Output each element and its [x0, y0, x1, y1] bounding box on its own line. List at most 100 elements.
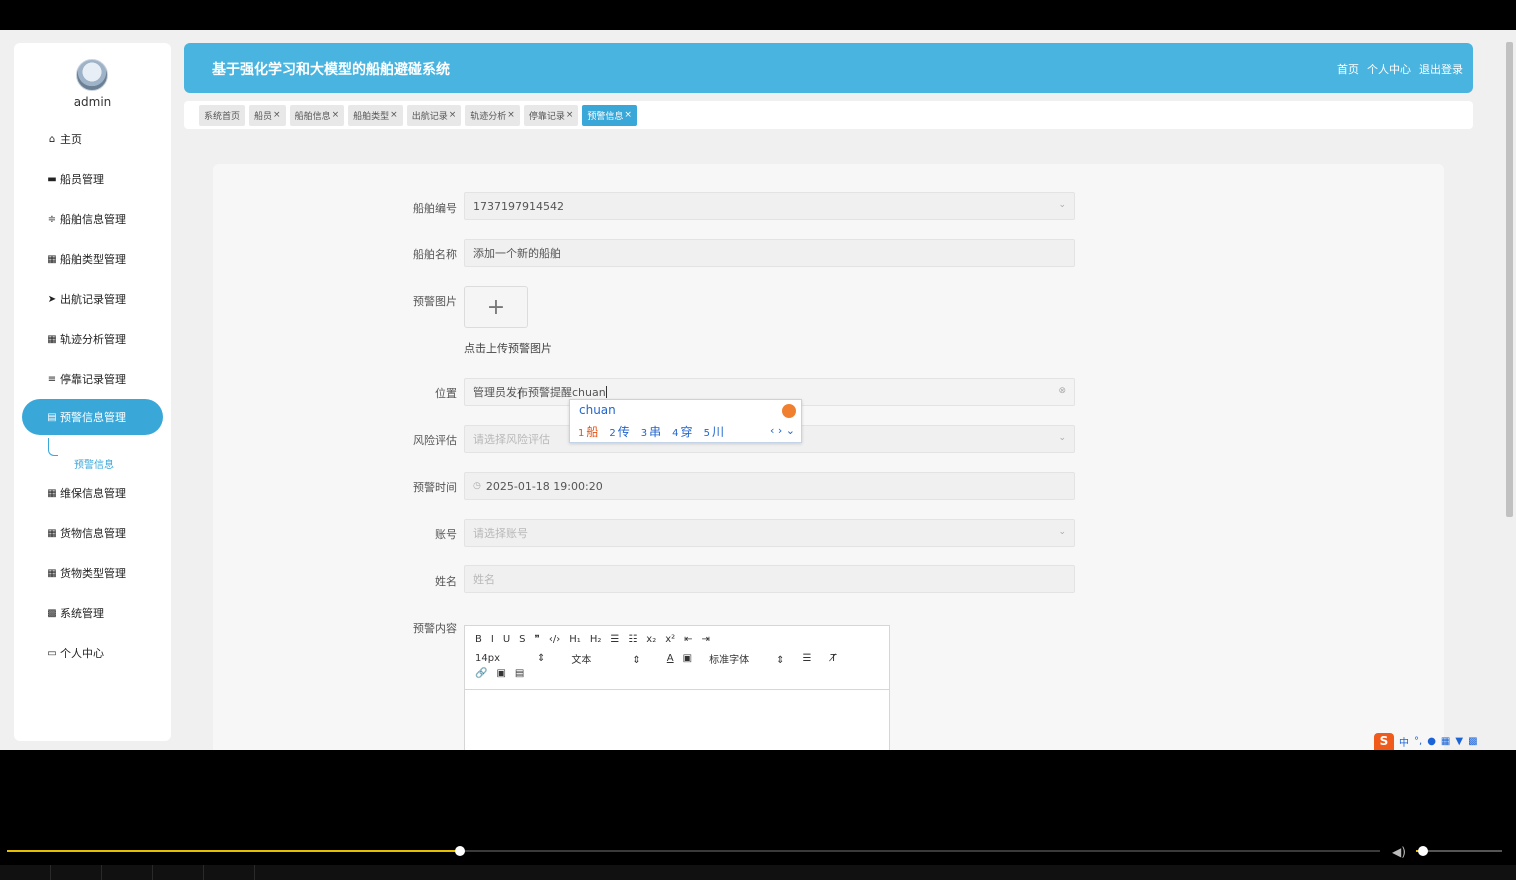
name-field[interactable]: 姓名 [464, 565, 1075, 593]
account-select[interactable]: 请选择账号 ⌄ [464, 519, 1075, 547]
image-icon[interactable]: ▣ [496, 668, 505, 679]
tab-bar: 系统首页 船员 × 船舶信息 × 船舶类型 × 出航记录 × 轨迹分析 × 停靠记录 × 预警信息 × [184, 101, 1473, 129]
sidebar-item-3[interactable]: ≑ 船舶信息管理 [22, 201, 163, 237]
clear-icon[interactable]: ⊗ [1058, 386, 1066, 396]
sidebar-item-11[interactable]: ▦ 货物类型管理 [22, 555, 163, 591]
editor-tool-11[interactable]: x₂ [646, 634, 656, 645]
editor-tool-14[interactable]: ⇥ [702, 634, 710, 645]
background-color-button[interactable]: ▣ [683, 653, 692, 664]
font-size-select[interactable]: 14px ⇕ [475, 653, 554, 664]
sidebar-item-4[interactable]: ▦ 船舶类型管理 [22, 241, 163, 277]
ime-candidate[interactable]: 4穿 [672, 423, 692, 440]
align-icon[interactable]: ☰ [802, 653, 811, 664]
close-icon[interactable]: × [624, 110, 632, 120]
sidebar-item-13[interactable]: ▭ 个人中心 [22, 635, 163, 671]
text-style-select[interactable]: 文本 ⇕ [571, 651, 649, 666]
ime-candidate[interactable]: 3串 [641, 423, 661, 440]
sidebar-item-7[interactable]: ≡ 停靠记录管理 [22, 361, 163, 397]
scrollbar-thumb[interactable] [1506, 42, 1513, 517]
close-icon[interactable]: × [507, 110, 515, 120]
editor-tool-6[interactable]: ‹/› [549, 634, 560, 645]
tab-6[interactable]: 轨迹分析 × [465, 104, 520, 126]
home-link[interactable]: 首页 [1337, 61, 1359, 77]
font-family-select[interactable]: 标准字体 ⇕ [709, 651, 793, 666]
font-color-button[interactable]: A [667, 653, 674, 664]
close-icon[interactable]: × [332, 110, 340, 120]
editor-tool-8[interactable]: H₂ [590, 634, 602, 645]
sidebar-subitem-warning-info[interactable]: 预警信息 [74, 456, 114, 471]
volume-slider[interactable] [1416, 846, 1502, 856]
link-icon[interactable]: 🔗 [475, 668, 487, 679]
close-icon[interactable]: × [390, 110, 398, 120]
ime-candidate[interactable]: 5川 [704, 423, 724, 440]
lang-indicator[interactable]: 中 [1399, 734, 1409, 749]
sidebar-item-label: 船员管理 [60, 173, 104, 186]
ime-candidate-char: 传 [617, 425, 630, 439]
editor-tool-3[interactable]: U [503, 634, 510, 645]
profile-link[interactable]: 个人中心 [1367, 61, 1411, 77]
editor-tool-12[interactable]: x² [665, 634, 675, 645]
sidebar-item-2[interactable]: ▬ 船员管理 [22, 161, 163, 197]
sidebar-item-1[interactable]: ⌂ 主页 [22, 121, 163, 157]
video-icon[interactable]: ▤ [515, 668, 524, 679]
sidebar-item-8[interactable]: ▤ 预警信息管理 [22, 399, 163, 435]
player-button[interactable] [0, 865, 51, 880]
ship-no-select[interactable]: 1737197914542 ⌄ [464, 192, 1075, 220]
seek-bar[interactable] [7, 846, 1380, 856]
ship-no-label: 船舶编号 [413, 202, 457, 215]
ship-name-field[interactable]: 添加一个新的船舶 [464, 239, 1075, 267]
tab-label: 船舶类型 [353, 111, 390, 122]
tab-3[interactable]: 船舶信息 × [289, 104, 345, 126]
skin-icon[interactable]: ▼ [1455, 736, 1463, 747]
clear-format-icon[interactable]: T̸ [830, 653, 836, 664]
close-icon[interactable]: × [566, 110, 574, 120]
player-button[interactable] [51, 865, 102, 880]
microphone-icon[interactable]: ● [1427, 736, 1436, 747]
ime-page-nav[interactable]: ‹ › ⌄ [770, 424, 795, 437]
apps-icon: ▩ [47, 607, 57, 619]
sidebar-item-10[interactable]: ▦ 货物信息管理 [22, 515, 163, 551]
editor-tool-13[interactable]: ⇤ [684, 634, 692, 645]
punct-indicator[interactable]: °, [1414, 736, 1422, 747]
avatar[interactable] [76, 59, 108, 91]
sidebar-item-9[interactable]: ▦ 维保信息管理 [22, 475, 163, 511]
player-button[interactable] [153, 865, 204, 880]
sidebar-item-5[interactable]: ➤ 出航记录管理 [22, 281, 163, 317]
keyboard-icon[interactable]: ▦ [1441, 736, 1450, 747]
sidebar-item-12[interactable]: ▩ 系统管理 [22, 595, 163, 631]
tab-8[interactable]: 预警信息 × [582, 104, 637, 126]
tab-2[interactable]: 船员 × [249, 104, 286, 126]
editor-tool-10[interactable]: ☷ [628, 634, 637, 645]
volume-handle[interactable] [1417, 846, 1428, 856]
ime-candidate[interactable]: 1船 [578, 423, 598, 440]
name-placeholder: 姓名 [473, 573, 495, 586]
tab-5[interactable]: 出航记录 × [406, 104, 462, 126]
volume-icon[interactable]: ◀) [1392, 845, 1406, 859]
vertical-scrollbar[interactable] [1503, 30, 1516, 750]
editor-tool-7[interactable]: H₁ [569, 634, 581, 645]
logout-link[interactable]: 退出登录 [1419, 61, 1463, 77]
close-icon[interactable]: × [449, 110, 457, 120]
editor-tool-5[interactable]: ❞ [535, 634, 540, 645]
tab-7[interactable]: 停靠记录 × [523, 104, 579, 126]
editor-tool-9[interactable]: ☰ [610, 634, 619, 645]
ime-candidate-number: 4 [672, 428, 679, 439]
sidebar-item-label: 预警信息管理 [60, 411, 126, 424]
sogou-logo-icon[interactable]: S [1374, 733, 1394, 750]
seek-bar-handle[interactable] [455, 846, 466, 856]
ime-composition-text: chuan [579, 403, 616, 417]
text-cursor-icon: I [518, 388, 522, 402]
tab-4[interactable]: 船舶类型 × [348, 104, 403, 126]
toolbox-icon[interactable]: ▩ [1468, 736, 1477, 747]
player-button[interactable] [204, 865, 255, 880]
image-upload-button[interactable]: + [464, 286, 528, 328]
sidebar-item-6[interactable]: ▦ 轨迹分析管理 [22, 321, 163, 357]
close-icon[interactable]: × [273, 110, 281, 120]
tab-1[interactable]: 系统首页 [199, 104, 246, 126]
ime-candidate[interactable]: 2传 [609, 423, 629, 440]
editor-tool-2[interactable]: I [491, 634, 494, 645]
editor-tool-1[interactable]: B [475, 634, 482, 645]
time-picker[interactable]: ◷ 2025-01-18 19:00:20 [464, 472, 1075, 500]
player-button[interactable] [102, 865, 153, 880]
editor-tool-4[interactable]: S [519, 634, 525, 645]
